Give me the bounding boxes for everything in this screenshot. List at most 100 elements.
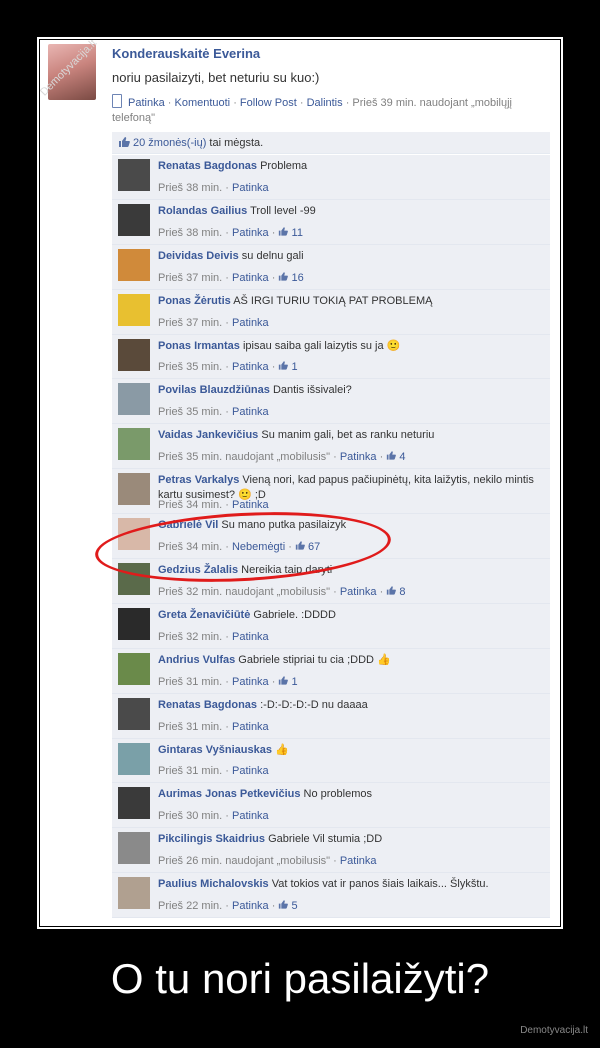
comment-like-link[interactable]: Patinka [340,855,377,867]
commenter-name[interactable]: Rolandas Gailius [158,205,247,217]
comment-like-link[interactable]: Patinka [232,810,269,822]
comment-like-link[interactable]: Patinka [232,361,269,373]
comment-text: Su mano putka pasilaizyk [221,519,347,532]
comment-like-link[interactable]: Patinka [232,631,269,643]
comment-like-count[interactable]: 4 [386,451,406,463]
comment-like-count[interactable]: 5 [278,900,298,912]
comment-like-link[interactable]: Patinka [232,227,269,239]
comment-link[interactable]: Komentuoti [174,97,230,109]
like-link[interactable]: Patinka [128,97,165,109]
comment-like-link[interactable]: Patinka [232,317,269,329]
comment-text: Vat tokios vat ir panos šiais laikais...… [271,878,489,891]
comment: Paulius Michalovskis Vat tokios vat ir p… [112,873,550,919]
comment: Aurimas Jonas Petkevičius No problemos Pr… [112,783,550,829]
comment-meta: Prieš 31 min. · Patinka [158,720,269,733]
comment: Vaidas Jankevičius Su manim gali, bet as… [112,424,550,470]
comment-like-link[interactable]: Patinka [232,900,269,912]
commenter-avatar[interactable] [118,787,150,820]
post-author[interactable]: Konderauskaitė Everina [112,46,260,61]
commenter-name[interactable]: Gedzius Žalalis [158,564,238,576]
commenter-name[interactable]: Renatas Bagdonas [158,160,257,172]
comment-meta: Prieš 32 min. naudojant „mobilusis" · Pa… [158,585,406,598]
commenter-name[interactable]: Greta Ženavičiūtė [158,609,250,621]
comment-like-link[interactable]: Nebemėgti [232,541,285,553]
commenter-name[interactable]: Deividas Deivis [158,250,239,262]
comment-like-link[interactable]: Patinka [232,721,269,733]
commenter-name[interactable]: Paulius Michalovskis [158,878,269,890]
follow-post-link[interactable]: Follow Post [240,97,297,109]
commenter-avatar[interactable] [118,563,150,596]
comment: Ponas Irmantas ipisau saiba gali laizyti… [112,334,550,380]
comment-time: Prieš 35 min. naudojant „mobilusis" [158,451,331,464]
commenter-name[interactable]: Pikcilingis Skaidrius [158,833,265,845]
share-link[interactable]: Dalintis [307,97,343,109]
commenter-name[interactable]: Gintaras Vyšniauskas [158,744,272,756]
comment-meta: Prieš 31 min. · Patinka [158,765,269,778]
commenter-name[interactable]: Vaidas Jankevičius [158,429,258,441]
commenter-name[interactable]: Povilas Blauzdžiūnas [158,384,270,396]
thumbs-up-icon [278,227,289,239]
comment-body: Paulius Michalovskis Vat tokios vat ir p… [158,877,542,892]
likes-bar: 20 žmonės(-ių) tai mėgsta. [112,132,550,154]
thumbs-up-icon [278,900,289,912]
thumbs-up-icon [278,675,289,688]
commenter-avatar[interactable] [118,473,150,506]
comment-like-count[interactable]: 8 [386,586,406,598]
comment-like-link[interactable]: Patinka [232,182,269,194]
commenter-avatar[interactable] [118,428,150,461]
comment-time: Prieš 34 min. [158,541,223,554]
comment-like-link[interactable]: Patinka [340,451,377,463]
comment: Rolandas Gailius Troll level -99 Prieš 38… [112,199,550,245]
comment-meta: Prieš 34 min. · Nebemėgti · 67 [158,541,321,554]
comment-like-link[interactable]: Patinka [232,499,269,511]
comment-like-count[interactable]: 1 [278,361,298,373]
commenter-avatar[interactable] [118,159,150,191]
comment-time: Prieš 31 min. [158,765,223,778]
comment-like-link[interactable]: Patinka [232,272,269,284]
comment-text: ipisau saiba gali laizytis su ja 🙂 [242,339,401,352]
commenter-avatar[interactable] [118,742,150,775]
comment-meta: Prieš 30 min. · Patinka [158,810,269,823]
commenter-name[interactable]: Andrius Vulfas [158,654,235,666]
commenter-avatar[interactable] [118,877,150,910]
commenter-avatar[interactable] [118,697,150,730]
commenter-avatar[interactable] [118,518,150,551]
commenter-name[interactable]: Petras Varkalys [158,474,239,486]
comment: Greta Ženavičiūtė Gabriele. :DDDD Prieš 3… [112,603,550,649]
comment-like-count[interactable]: 67 [295,541,320,553]
comment-body: Gintaras Vyšniauskas 👍 [158,743,542,758]
commenter-name[interactable]: Renatas Bagdonas [158,699,257,711]
commenter-name[interactable]: Aurimas Jonas Petkevičius [158,788,300,800]
likes-count[interactable]: 20 žmonės(-ių) [133,137,206,149]
post-meta: Patinka · Komentuoti · Follow Post · Dal… [112,94,550,126]
comment-like-link[interactable]: Patinka [232,765,269,777]
thumbs-up-icon [386,451,397,463]
comment-body: Greta Ženavičiūtė Gabriele. :DDDD [158,608,542,623]
comment-like-count[interactable]: 16 [278,272,304,284]
comment-like-link[interactable]: Patinka [232,676,269,688]
screenshot-area: Demotyvacija.lt Konderauskaitė Everina n… [40,40,560,926]
comment-like-count[interactable]: 11 [278,227,303,239]
post: Demotyvacija.lt Konderauskaitė Everina n… [40,40,560,135]
comment-text: Gabriele. :DDDD [253,608,336,621]
comment-time: Prieš 34 min. [158,499,223,512]
commenter-avatar[interactable] [118,248,150,281]
commenter-avatar[interactable] [118,832,150,865]
commenter-avatar[interactable] [118,293,150,326]
comment-body: Ponas Irmantas ipisau saiba gali laizyti… [158,339,542,354]
commenter-avatar[interactable] [118,652,150,685]
commenter-avatar[interactable] [118,203,150,236]
comment-like-count[interactable]: 1 [278,675,298,688]
comment-like-link[interactable]: Patinka [340,586,377,598]
commenter-avatar[interactable] [118,383,150,416]
comment-time: Prieš 35 min. [158,406,223,419]
comment-meta: Prieš 31 min. · Patinka · 1 [158,675,298,688]
commenter-name[interactable]: Ponas Irmantas [158,340,240,352]
comment-like-link[interactable]: Patinka [232,406,269,418]
commenter-name[interactable]: Ponas Žėrutis [158,295,231,307]
comment-body: Povilas Blauzdžiūnas Dantis išsivalei? [158,383,542,398]
commenter-name[interactable]: Gabrielė Vil [158,519,218,531]
commenter-avatar[interactable] [118,338,150,371]
comment-time: Prieš 31 min. [158,675,223,688]
commenter-avatar[interactable] [118,607,150,640]
